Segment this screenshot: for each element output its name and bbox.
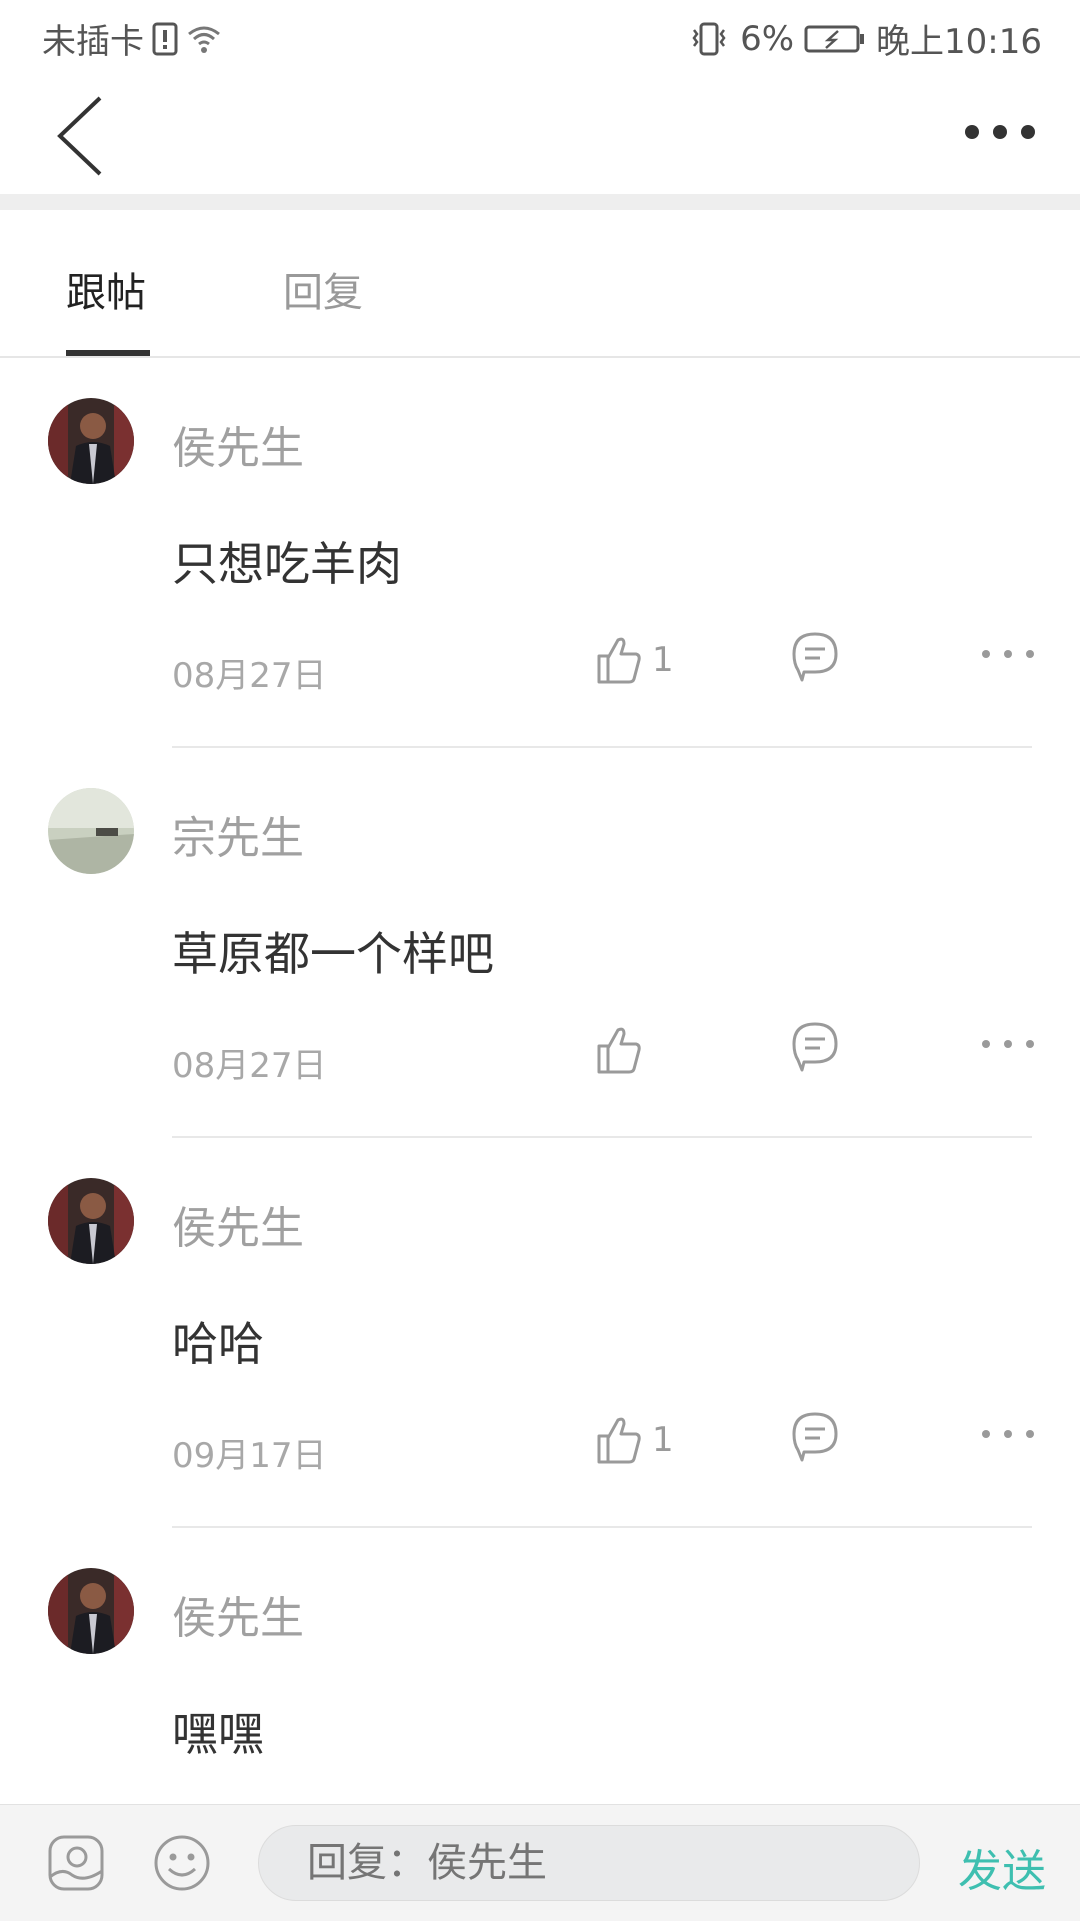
like-button[interactable]: 1 [596,1410,674,1470]
post-date: 08月27日 [172,656,327,696]
list-item: 宗先生 草原都一个样吧 08月27日 [0,748,1080,1138]
like-button[interactable]: 1 [596,630,674,690]
reply-bar: 发送 [0,1804,1080,1921]
post-date: 08月27日 [172,1046,327,1086]
sim-alert-icon [152,22,178,55]
post-content: 只想吃羊肉 [172,537,402,591]
carrier-label: 未插卡 [42,22,144,62]
status-bar: 未插卡 6% 晚上10:16 [0,0,1080,76]
battery-percent: 6% [740,18,795,59]
avatar[interactable] [48,1178,134,1264]
more-options-icon[interactable] [960,112,1040,152]
list-item: 侯先生 哈哈 09月17日 1 [0,1138,1080,1528]
vibrate-icon [692,22,726,55]
tab-replies[interactable]: 回复 [283,260,363,318]
emoji-icon[interactable] [152,1833,212,1893]
like-count: 1 [652,640,674,680]
list-item: 侯先生 嘿嘿 [0,1528,1080,1804]
comment-icon[interactable] [790,1020,840,1072]
section-divider [0,194,1080,210]
author-name[interactable]: 侯先生 [172,412,304,476]
wifi-icon [188,26,220,53]
post-more-icon[interactable] [980,1422,1036,1446]
post-content: 草原都一个样吧 [172,927,494,981]
status-right: 6% 晚上10:16 [688,14,1042,63]
thumbs-up-icon [597,637,641,684]
thumbs-up-icon [597,1417,641,1464]
avatar[interactable] [48,1568,134,1654]
post-date: 09月17日 [172,1436,327,1476]
send-button[interactable]: 发送 [958,1835,1046,1899]
status-left: 未插卡 [42,14,222,63]
post-content: 嘿嘿 [172,1707,264,1761]
author-name[interactable]: 侯先生 [172,1192,304,1256]
app-bar [0,76,1080,194]
like-count: 1 [652,1420,674,1460]
post-content: 哈哈 [172,1317,264,1371]
tab-bar: 跟帖 回复 [0,210,1080,358]
thumbs-up-icon [597,1027,641,1074]
author-name[interactable]: 宗先生 [172,802,304,866]
avatar[interactable] [48,398,134,484]
clock: 晚上10:16 [876,22,1042,62]
post-more-icon[interactable] [980,642,1036,666]
author-name[interactable]: 侯先生 [172,1582,304,1646]
active-tab-indicator [66,350,150,356]
image-picker-icon[interactable] [46,1833,106,1893]
list-item: 侯先生 只想吃羊肉 08月27日 1 [0,358,1080,748]
comment-icon[interactable] [790,630,840,682]
comment-icon[interactable] [790,1410,840,1462]
reply-input[interactable] [258,1825,920,1901]
tab-follow-posts[interactable]: 跟帖 [66,260,146,318]
back-icon[interactable] [50,94,120,178]
avatar[interactable] [48,788,134,874]
like-button[interactable] [596,1020,652,1080]
post-more-icon[interactable] [980,1032,1036,1056]
battery-charging-icon [804,25,865,52]
